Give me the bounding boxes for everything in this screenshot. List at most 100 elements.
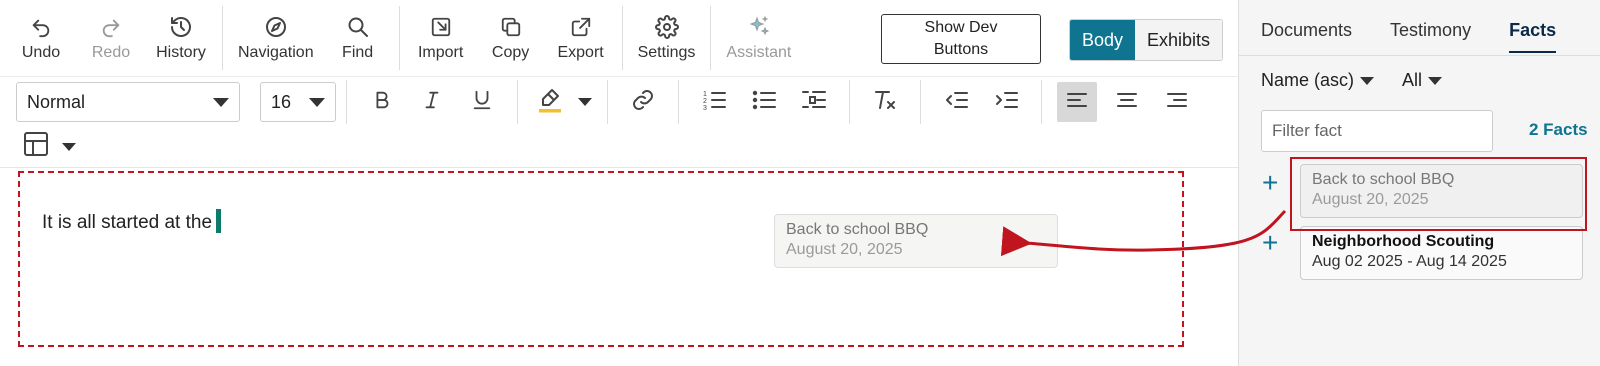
toolbar-separator	[920, 80, 921, 124]
toolbar-bottom-border	[0, 167, 1238, 168]
bullet-list-icon	[751, 87, 777, 118]
fact-title: Neighborhood Scouting	[1312, 233, 1495, 250]
align-right-icon	[1165, 88, 1189, 117]
filter-fact-input[interactable]	[1261, 110, 1493, 152]
format-toolbar: Normal 16 123	[16, 80, 1202, 124]
italic-icon	[421, 89, 443, 116]
link-icon	[631, 88, 655, 117]
numbered-list-button[interactable]: 123	[694, 82, 734, 122]
sort-filter-row: Name (asc) All	[1261, 70, 1470, 91]
import-label: Import	[417, 44, 464, 61]
chevron-down-icon	[578, 98, 592, 106]
numbered-list-icon: 123	[701, 87, 727, 118]
fact-date: Aug 02 2025 - Aug 14 2025	[1312, 253, 1507, 270]
checklist-button[interactable]	[794, 82, 834, 122]
clear-format-icon	[872, 87, 898, 118]
scope-value: All	[1402, 70, 1423, 90]
redo-icon	[100, 14, 122, 40]
toolbar-separator	[346, 80, 347, 124]
underline-icon	[471, 89, 493, 116]
clear-formatting-button[interactable]	[865, 82, 905, 122]
paragraph-style-value: Normal	[27, 91, 86, 112]
editor-text: It is all started at the	[42, 212, 213, 233]
text-caret	[216, 209, 222, 233]
editor-toolbar: Undo Redo History Navigation Find Import…	[0, 0, 1238, 168]
drag-preview-card: Back to school BBQ August 20, 2025	[774, 214, 1058, 268]
highlight-color-dropdown[interactable]	[572, 82, 592, 122]
import-icon	[430, 14, 452, 40]
align-right-button[interactable]	[1157, 82, 1197, 122]
export-button[interactable]: Export	[546, 6, 616, 70]
table-icon	[22, 130, 50, 163]
body-view-button[interactable]: Body	[1070, 20, 1136, 60]
compass-icon	[264, 14, 288, 40]
exhibits-view-button[interactable]: Exhibits	[1135, 20, 1223, 60]
undo-icon	[30, 14, 52, 40]
bold-icon	[371, 89, 393, 116]
assistant-group: Assistant	[711, 6, 806, 70]
underline-button[interactable]	[462, 82, 502, 122]
font-size-select[interactable]: 16	[260, 82, 336, 122]
chevron-down-icon	[62, 142, 76, 151]
outdent-button[interactable]	[936, 82, 976, 122]
align-left-icon	[1065, 88, 1089, 117]
redo-label: Redo	[91, 44, 131, 61]
tab-testimony[interactable]: Testimony	[1390, 20, 1471, 53]
panel-tabs: Documents Testimony Facts	[1261, 20, 1594, 53]
toolbar-divider	[0, 76, 1238, 77]
italic-button[interactable]	[412, 82, 452, 122]
tab-documents[interactable]: Documents	[1261, 20, 1352, 53]
add-fact-button-1[interactable]: +	[1262, 169, 1278, 197]
transfer-group: Import Copy Export	[400, 6, 623, 70]
copy-button[interactable]: Copy	[476, 6, 546, 70]
bold-button[interactable]	[362, 82, 402, 122]
settings-button[interactable]: Settings	[629, 6, 705, 70]
view-toggle: Body Exhibits	[1069, 19, 1224, 61]
drag-preview-date: August 20, 2025	[786, 241, 903, 258]
fact-count: 2 Facts	[1529, 120, 1588, 139]
chevron-down-icon	[1360, 76, 1375, 85]
outdent-icon	[943, 87, 969, 118]
indent-button[interactable]	[986, 82, 1026, 122]
navigation-label: Navigation	[238, 44, 314, 61]
assistant-button[interactable]: Assistant	[717, 6, 800, 70]
settings-group: Settings	[623, 6, 712, 70]
history-button[interactable]: History	[146, 6, 216, 70]
highlighter-icon	[537, 87, 563, 118]
gear-icon	[654, 14, 679, 40]
copy-label: Copy	[491, 44, 530, 61]
find-label: Find	[342, 44, 374, 61]
toolbar-separator	[1041, 80, 1042, 124]
insert-table-button[interactable]	[22, 130, 76, 163]
fact-card[interactable]: Neighborhood Scouting Aug 02 2025 - Aug …	[1300, 226, 1583, 280]
navigation-button[interactable]: Navigation	[229, 6, 323, 70]
import-button[interactable]: Import	[406, 6, 476, 70]
bullet-list-button[interactable]	[744, 82, 784, 122]
tab-facts[interactable]: Facts	[1509, 20, 1557, 53]
align-center-button[interactable]	[1107, 82, 1147, 122]
svg-text:2: 2	[703, 98, 707, 105]
svg-text:1: 1	[703, 91, 707, 98]
editor-paragraph[interactable]: It is all started at the	[42, 209, 222, 234]
scope-dropdown[interactable]: All	[1402, 70, 1443, 91]
settings-label: Settings	[637, 44, 696, 61]
toolbar-main-row: Undo Redo History Navigation Find Import…	[0, 6, 806, 70]
sort-dropdown[interactable]: Name (asc)	[1261, 70, 1375, 91]
chevron-down-icon	[213, 97, 229, 107]
toolbar-separator	[849, 80, 850, 124]
link-button[interactable]	[623, 82, 663, 122]
drag-preview-title: Back to school BBQ	[786, 221, 929, 238]
add-fact-button-2[interactable]: +	[1262, 229, 1278, 257]
drag-source-highlight	[1290, 157, 1587, 231]
search-icon	[346, 14, 370, 40]
export-icon	[570, 14, 592, 40]
find-button[interactable]: Find	[323, 6, 393, 70]
redo-button[interactable]: Redo	[76, 6, 146, 70]
align-left-button[interactable]	[1057, 82, 1097, 122]
tab-divider	[1239, 55, 1600, 56]
undo-button[interactable]: Undo	[6, 6, 76, 70]
highlight-color-button[interactable]	[533, 82, 567, 122]
paragraph-style-select[interactable]: Normal	[16, 82, 240, 122]
show-dev-buttons-button[interactable]: Show Dev Buttons	[881, 14, 1041, 64]
undo-label: Undo	[21, 44, 61, 61]
